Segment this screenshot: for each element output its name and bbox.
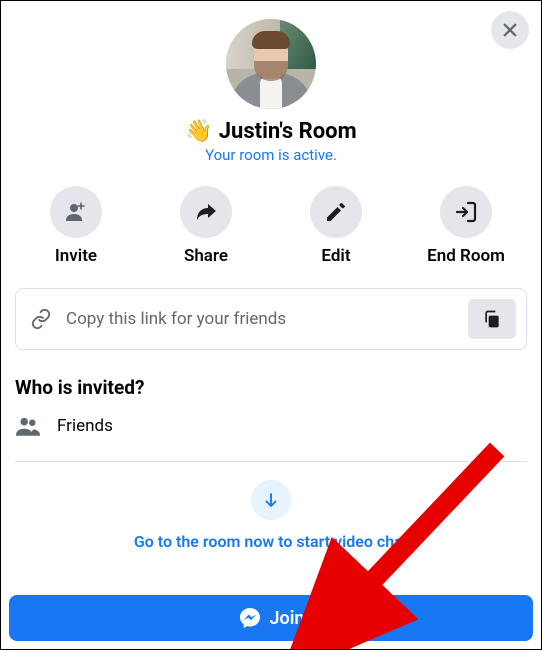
actions-row: Invite Share Edit End Room [15,186,527,266]
room-title-row: 👋 Justin's Room [185,119,356,144]
go-to-room-link[interactable]: Go to the room now to start video chat [134,480,408,551]
copy-link-button[interactable] [468,299,516,339]
link-icon [30,308,52,330]
share-icon [194,200,218,224]
copy-icon [482,309,502,329]
copy-link-box[interactable]: Copy this link for your friends [15,288,527,350]
share-label: Share [184,246,228,266]
end-room-icon [454,200,478,224]
invited-heading: Who is invited? [15,376,527,399]
end-room-label: End Room [427,246,505,266]
messenger-icon [238,606,262,630]
invite-icon [64,200,88,224]
invite-label: Invite [55,246,97,266]
copy-link-placeholder: Copy this link for your friends [66,309,454,329]
edit-label: Edit [321,246,350,266]
go-to-room-text: Go to the room now to start video chat [134,532,408,551]
arrow-down-icon [262,491,280,509]
invited-scope-row[interactable]: Friends [15,413,527,461]
share-action[interactable]: Share [161,186,251,266]
friends-icon [15,413,41,439]
invite-action[interactable]: Invite [31,186,121,266]
divider [15,461,527,462]
wave-emoji: 👋 [185,119,212,144]
join-button[interactable]: Join [9,595,533,641]
invited-scope-label: Friends [57,416,113,436]
room-status: Your room is active. [205,146,337,164]
end-room-action[interactable]: End Room [421,186,511,266]
host-avatar [226,19,316,109]
room-title: Justin's Room [219,119,357,144]
close-button[interactable] [491,11,529,49]
edit-action[interactable]: Edit [291,186,381,266]
edit-icon [324,200,348,224]
close-icon [501,21,519,39]
join-label: Join [270,608,305,629]
